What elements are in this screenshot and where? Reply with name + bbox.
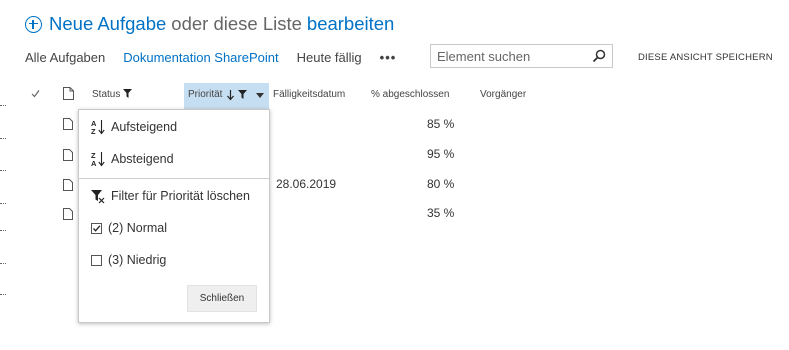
svg-text:A: A bbox=[91, 159, 97, 167]
sort-down-arrow-icon bbox=[227, 90, 234, 101]
list-header: Neue Aufgabe oder diese Liste bearbeiten bbox=[25, 12, 394, 36]
close-menu-button[interactable]: Schließen bbox=[187, 285, 257, 312]
row-2-percent: 95 % bbox=[427, 147, 455, 161]
save-view-button[interactable]: DIESE ANSICHT SPEICHERN bbox=[638, 52, 773, 63]
sort-ascending-icon: A Z bbox=[91, 119, 105, 135]
new-task-link[interactable]: Neue Aufgabe bbox=[49, 13, 166, 35]
edge-mark bbox=[0, 105, 6, 106]
column-header-predecessor[interactable]: Vorgänger bbox=[480, 89, 526, 100]
document-icon bbox=[63, 149, 73, 161]
view-due-today[interactable]: Heute fällig bbox=[297, 50, 362, 65]
edge-mark bbox=[0, 263, 6, 264]
column-header-percent-complete[interactable]: % abgeschlossen bbox=[371, 89, 449, 100]
checkbox-normal[interactable] bbox=[91, 222, 102, 234]
column-header-priority[interactable]: Priorität bbox=[184, 83, 269, 109]
checkmark-icon[interactable] bbox=[31, 89, 40, 98]
chevron-down-icon[interactable] bbox=[256, 93, 264, 98]
search-icon[interactable] bbox=[592, 49, 606, 63]
row-3-percent: 80 % bbox=[427, 177, 455, 191]
column-filter-menu: A Z Aufsteigend Z A Absteigend Filter fü… bbox=[78, 109, 270, 323]
search-input[interactable]: Element suchen bbox=[437, 49, 530, 64]
edit-list-link[interactable]: bearbeiten bbox=[307, 13, 394, 35]
filter-icon bbox=[123, 89, 133, 98]
view-all-tasks[interactable]: Alle Aufgaben bbox=[25, 50, 105, 65]
sort-descending-item[interactable]: Z A Absteigend bbox=[91, 149, 174, 169]
svg-text:Z: Z bbox=[91, 127, 96, 135]
document-icon bbox=[63, 87, 74, 100]
edge-mark bbox=[0, 203, 6, 204]
clear-filter-icon bbox=[91, 190, 105, 204]
column-header-due-date[interactable]: Fälligkeitsdatum bbox=[273, 89, 345, 100]
filter-icon bbox=[238, 90, 247, 99]
document-icon bbox=[63, 118, 73, 130]
checkmark-icon bbox=[93, 224, 101, 232]
view-documentation-sharepoint[interactable]: Dokumentation SharePoint bbox=[123, 50, 278, 65]
filter-option-normal[interactable]: (2) Normal bbox=[91, 218, 167, 238]
filter-option-niedrig[interactable]: (3) Niedrig bbox=[91, 250, 166, 270]
view-selector: Alle Aufgaben Dokumentation SharePoint H… bbox=[25, 48, 414, 66]
edge-mark bbox=[0, 138, 6, 139]
edge-mark bbox=[0, 294, 6, 295]
row-1-percent: 85 % bbox=[427, 117, 455, 131]
add-circle-icon[interactable] bbox=[25, 15, 42, 33]
edge-mark bbox=[0, 170, 6, 171]
column-header-status[interactable]: Status bbox=[92, 89, 133, 100]
sort-descending-icon: Z A bbox=[91, 151, 105, 167]
edge-mark bbox=[0, 230, 6, 231]
header-or-text: oder diese Liste bbox=[171, 13, 302, 34]
checkbox-niedrig[interactable] bbox=[91, 254, 102, 266]
priority-header-label: Priorität bbox=[188, 89, 223, 100]
search-box[interactable]: Element suchen bbox=[430, 44, 613, 68]
more-views-button[interactable]: ••• bbox=[380, 50, 397, 65]
menu-divider bbox=[79, 178, 269, 179]
sort-ascending-item[interactable]: A Z Aufsteigend bbox=[91, 117, 177, 137]
row-4-percent: 35 % bbox=[427, 206, 455, 220]
document-icon bbox=[63, 208, 73, 220]
row-3-due-date: 28.06.2019 bbox=[276, 177, 337, 191]
clear-filter-item[interactable]: Filter für Priorität löschen bbox=[91, 186, 250, 206]
document-icon bbox=[63, 179, 73, 191]
